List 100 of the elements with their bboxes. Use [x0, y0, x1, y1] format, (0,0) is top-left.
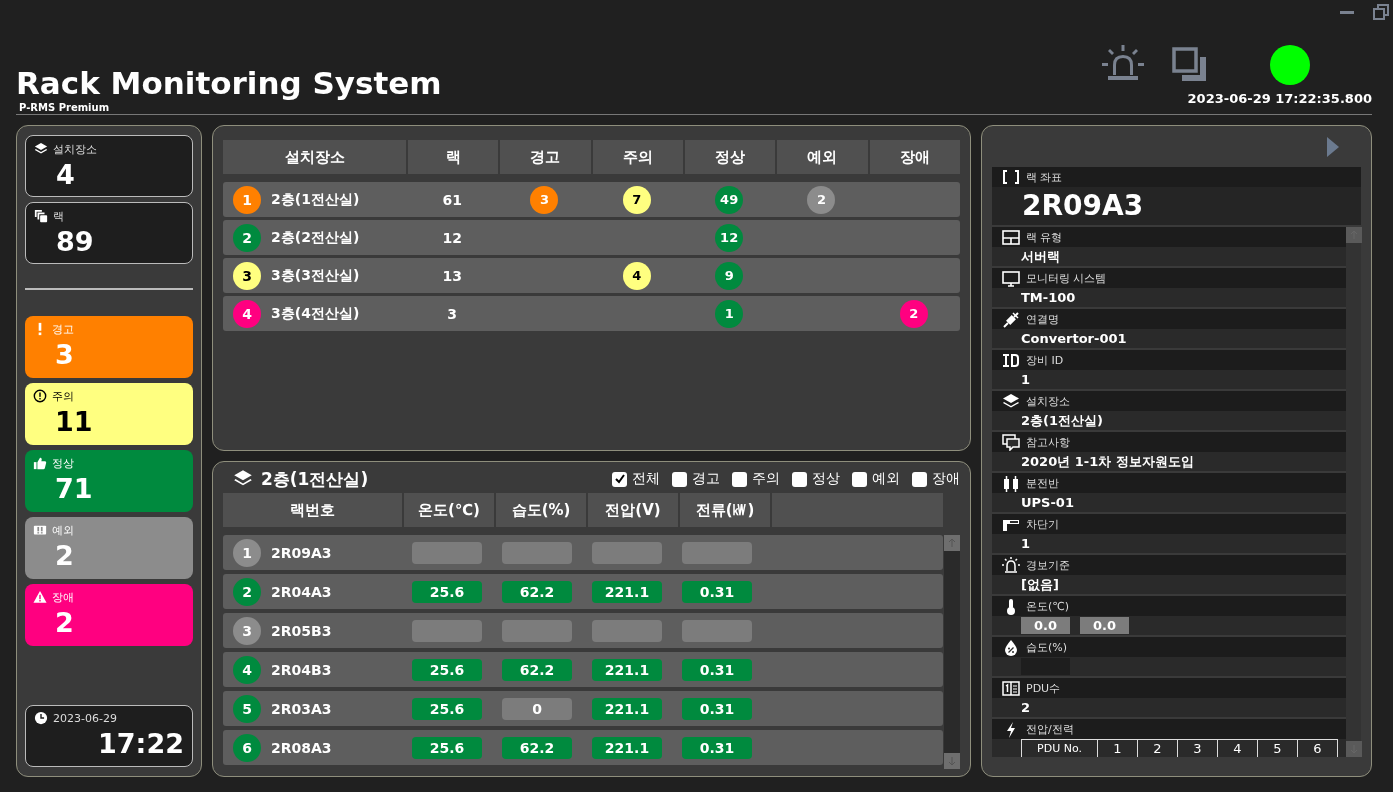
counter-icon: [1002, 679, 1020, 697]
column-header: 설치장소: [223, 140, 406, 174]
filter-label[interactable]: 경고: [692, 470, 720, 488]
clock-date: 2023-06-29: [53, 711, 117, 725]
card-label: 장애: [52, 589, 74, 605]
value-box: 0.0: [1080, 617, 1129, 634]
filter-checkbox[interactable]: [792, 471, 807, 487]
rack-number: 2R08A3: [271, 739, 332, 756]
table-header-cell: 5: [1257, 740, 1297, 757]
filter-checkbox[interactable]: [852, 471, 867, 487]
field-value: 1: [1021, 372, 1031, 387]
filter-label[interactable]: 예외: [872, 470, 900, 488]
filter-checkbox[interactable]: [732, 471, 747, 487]
filter-label[interactable]: 주의: [752, 470, 780, 488]
status-card[interactable]: 정상 71: [25, 450, 193, 512]
filter-label[interactable]: 장애: [932, 470, 960, 488]
current-datetime: 2023-06-29 17:22:35.800: [1187, 91, 1372, 106]
field-value: 2: [1021, 700, 1031, 715]
field-label: 장비 ID: [1026, 352, 1064, 368]
field-label: 분전반: [1026, 475, 1059, 491]
rack-row[interactable]: 1 2R09A3: [223, 535, 943, 570]
restore-icon[interactable]: [1373, 4, 1389, 20]
rack-row[interactable]: 2 2R04A3 25.6 62.2 221.1 0.31: [223, 574, 943, 609]
table-cell: 61: [442, 191, 462, 208]
card-value: 71: [54, 472, 94, 506]
card-label: 설치장소: [53, 141, 97, 157]
reading-value: 0.31: [682, 580, 752, 603]
number-badge: 2: [233, 223, 261, 252]
column-header: 랙번호: [223, 493, 402, 527]
scrollbar[interactable]: [1346, 227, 1361, 757]
status-card[interactable]: 장애 2: [25, 584, 193, 646]
field-label: 설치장소: [1026, 393, 1070, 409]
monitor-icon: [1002, 269, 1020, 287]
column-header: 예외: [777, 140, 868, 174]
exclamation-box-icon: [33, 523, 47, 537]
rack-row[interactable]: 4 2R04B3 25.6 62.2 221.1 0.31: [223, 652, 943, 687]
location-name: 2층(2전산실): [271, 228, 360, 247]
reading-value: 221.1: [592, 658, 662, 681]
column-header: 습도(%): [496, 493, 586, 527]
location-row[interactable]: 1 2층(1전산실) 61 3 7 49 2: [223, 182, 960, 217]
filter-checkbox[interactable]: [612, 471, 627, 487]
reading-value: 25.6: [412, 736, 482, 759]
column-header: 랙: [408, 140, 499, 174]
rack-number: 2R05B3: [271, 622, 332, 639]
layers-icon: [1002, 392, 1020, 410]
location-row[interactable]: 2 2층(2전산실) 12 12: [223, 220, 960, 255]
window-stack-icon[interactable]: [1172, 47, 1208, 83]
card-value: 3: [54, 338, 75, 372]
filter-checkbox[interactable]: [672, 471, 687, 487]
play-arrow-icon[interactable]: [1327, 136, 1339, 157]
location-name: 3층(3전산실): [271, 266, 360, 285]
field-label: 랙 좌표: [1026, 169, 1063, 185]
status-card[interactable]: 예외 2: [25, 517, 193, 579]
card-label: 예외: [52, 522, 74, 538]
column-header: 전류(㎾): [680, 493, 770, 527]
plug-icon: [1002, 310, 1020, 328]
column-header: 장애: [869, 140, 960, 174]
alarm-light-icon: [1002, 556, 1020, 574]
location-row[interactable]: 4 3층(4전산실) 3 1 2: [223, 296, 960, 331]
copy-icon: [34, 209, 48, 223]
field-value: 1: [1021, 536, 1031, 551]
card-value: 2: [54, 606, 75, 640]
card-label: 주의: [52, 388, 74, 404]
rack-row[interactable]: 5 2R03A3 25.6 0 221.1 0.31: [223, 691, 943, 726]
column-header: 주의: [592, 140, 683, 174]
field-label: 차단기: [1026, 516, 1059, 532]
status-card[interactable]: 주의 11: [25, 383, 193, 445]
reading-value: 0.31: [682, 736, 752, 759]
field-label: 습도(%): [1026, 639, 1068, 655]
rack-row[interactable]: 6 2R08A3 25.6 62.2 221.1 0.31: [223, 730, 943, 765]
field-label: 모니터링 시스템: [1026, 270, 1107, 286]
card-label: 정상: [52, 455, 74, 471]
location-name: 3층(4전산실): [271, 304, 360, 323]
filter-label[interactable]: 전체: [632, 470, 660, 488]
number-badge: 1: [233, 538, 261, 567]
reading-value: 0.31: [682, 697, 752, 720]
field-value: UPS-01: [1021, 495, 1074, 510]
panel-title: 2층(1전산실): [261, 467, 369, 491]
filter-label[interactable]: 정상: [812, 470, 840, 488]
table-header-cell-text: PDU No.: [1036, 741, 1083, 757]
count-badge: 7: [622, 185, 651, 214]
field-label: 참고사항: [1026, 434, 1070, 450]
rack-coordinate: 2R09A3: [1021, 188, 1145, 224]
reading-value: 62.2: [502, 736, 572, 759]
reading-value: 0: [502, 697, 572, 720]
location-row[interactable]: 3 3층(3전산실) 13 4 9: [223, 258, 960, 293]
count-badge: 12: [715, 223, 744, 252]
table-cell: 3: [447, 305, 458, 322]
card-label: 경고: [52, 321, 74, 337]
number-badge: 3: [233, 261, 261, 290]
fuse-icon: [1002, 474, 1020, 492]
card-value: 4: [55, 158, 76, 192]
number-badge: 4: [233, 299, 261, 328]
rack-row[interactable]: 3 2R05B3: [223, 613, 943, 648]
field-value: TM-100: [1021, 290, 1076, 305]
field-value: Convertor-001: [1021, 331, 1127, 346]
filter-checkbox[interactable]: [912, 471, 927, 487]
table-header-cell: 1: [1097, 740, 1137, 757]
count-badge: 2: [899, 299, 928, 328]
clock-icon: [34, 711, 48, 725]
